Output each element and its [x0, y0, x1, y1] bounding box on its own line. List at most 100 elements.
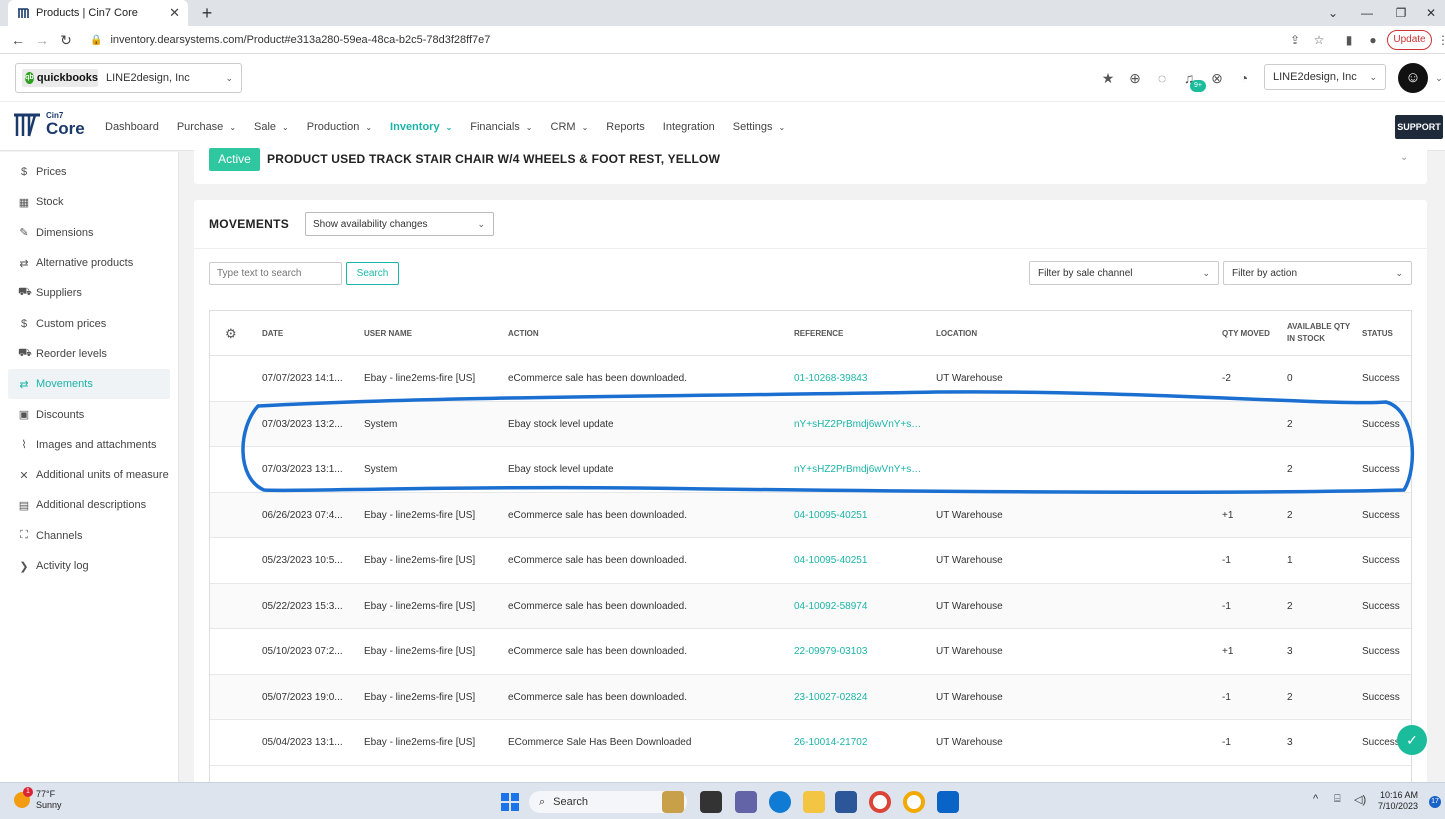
nav-item-financials[interactable]: Financials ⌄: [470, 121, 532, 133]
network-icon[interactable]: ⌸: [1334, 793, 1341, 806]
forward-icon[interactable]: →: [32, 30, 52, 50]
new-tab-button[interactable]: +: [196, 2, 218, 24]
nav-item-sale[interactable]: Sale ⌄: [254, 121, 289, 133]
chrome-icon[interactable]: [869, 791, 891, 813]
table-row[interactable]: 05/04/2023 13:1... Ebay - line2ems-fire […: [210, 720, 1411, 766]
table-row[interactable]: 05/07/2023 19:0... Ebay - line2ems-fire […: [210, 674, 1411, 720]
cell-reference[interactable]: 22-09979-03103: [794, 629, 924, 674]
search-input[interactable]: [209, 262, 342, 285]
notification-count-badge[interactable]: 17: [1429, 796, 1441, 808]
sidebar-item-alternative-products[interactable]: ⇄ Alternative products: [8, 248, 170, 278]
column-header-reference[interactable]: REFERENCE: [794, 328, 843, 340]
quickbooks-company-select[interactable]: qb quickbooks LINE2design, Inc ⌄: [15, 63, 242, 93]
briefcase-icon[interactable]: [662, 791, 684, 813]
sidebar-item-prices[interactable]: $ Prices: [8, 157, 170, 187]
lightbulb-icon[interactable]: ◌: [1153, 69, 1171, 87]
checkmark-button[interactable]: ✓: [1397, 725, 1427, 755]
side-panel-icon[interactable]: ▮: [1340, 31, 1358, 49]
cell-reference[interactable]: 26-10014-21702: [794, 720, 924, 765]
cell-reference[interactable]: nY+sHZ2PrBmdj6wVnY+sE...: [794, 402, 924, 447]
cell-reference[interactable]: 04-10095-40251: [794, 493, 924, 538]
cell-reference[interactable]: 23-10027-02824: [794, 675, 924, 720]
action-filter[interactable]: Filter by action ⌄: [1223, 261, 1412, 285]
table-row[interactable]: 07/03/2023 13:1... System Ebay stock level…: [210, 447, 1411, 493]
nav-item-dashboard[interactable]: Dashboard: [105, 121, 159, 133]
star-icon[interactable]: ★: [1099, 69, 1117, 87]
table-row[interactable]: 05/22/2023 15:3... Ebay - line2ems-fire […: [210, 583, 1411, 629]
share-icon[interactable]: ⇪: [1286, 31, 1304, 49]
palette-icon[interactable]: ◔: [1235, 69, 1253, 87]
menu-dots-icon[interactable]: ⋮: [1434, 31, 1445, 49]
minimize-button[interactable]: —: [1350, 0, 1384, 26]
column-header-location[interactable]: LOCATION: [936, 328, 977, 340]
nav-item-production[interactable]: Production ⌄: [307, 121, 372, 133]
cell-reference[interactable]: nY+sHZ2PrBmdj6wVnY+sE...: [794, 447, 924, 492]
sidebar-item-dimensions[interactable]: ✎ Dimensions: [8, 218, 170, 248]
sidebar-item-discounts[interactable]: ▣ Discounts: [8, 399, 170, 429]
support-button[interactable]: SUPPORT: [1395, 115, 1443, 139]
restore-button[interactable]: ❐: [1384, 0, 1418, 26]
store-icon[interactable]: [835, 791, 857, 813]
file-explorer-icon[interactable]: [803, 791, 825, 813]
update-button[interactable]: Update: [1387, 30, 1432, 50]
close-window-button[interactable]: ✕: [1414, 0, 1445, 26]
user-avatar[interactable]: ☺: [1398, 63, 1428, 93]
sidebar-item-movements[interactable]: ⇄ Movements: [8, 369, 170, 400]
edge-icon[interactable]: [769, 791, 791, 813]
volume-icon[interactable]: ◁): [1354, 793, 1366, 806]
chevron-up-icon[interactable]: ^: [1313, 793, 1318, 805]
teams-icon[interactable]: [735, 791, 757, 813]
outlook-icon[interactable]: [937, 791, 959, 813]
company-select[interactable]: LINE2design, Inc ⌄: [1264, 64, 1386, 90]
column-header-user[interactable]: USER NAME: [364, 328, 412, 340]
search-button[interactable]: Search: [346, 262, 399, 285]
nav-item-crm[interactable]: CRM ⌄: [551, 121, 589, 133]
nav-item-integration[interactable]: Integration: [663, 121, 715, 133]
chevron-down-icon[interactable]: ⌄: [1400, 152, 1408, 163]
nav-item-inventory[interactable]: Inventory ⌄: [390, 121, 452, 133]
tab-search-chevron-icon[interactable]: ⌄: [1316, 0, 1350, 26]
gear-icon[interactable]: ⚙: [225, 327, 239, 341]
sidebar-item-channels[interactable]: ⛶ Channels: [8, 521, 170, 551]
reload-icon[interactable]: ↻: [56, 30, 76, 50]
sidebar-item-suppliers[interactable]: ⛟ Suppliers: [8, 278, 170, 308]
column-header-status[interactable]: STATUS: [1362, 328, 1393, 340]
url-field[interactable]: 🔒 inventory.dearsystems.com/Product#e313…: [82, 29, 1282, 51]
sidebar-item-additional-units-of-measure[interactable]: ✕ Additional units of measure: [8, 460, 170, 490]
sale-channel-filter[interactable]: Filter by sale channel ⌄: [1029, 261, 1219, 285]
sidebar-item-reorder-levels[interactable]: ⛟ Reorder levels: [8, 339, 170, 369]
availability-view-select[interactable]: Show availability changes ⌄: [305, 212, 494, 236]
table-row[interactable]: 07/03/2023 13:2... System Ebay stock level…: [210, 401, 1411, 447]
close-tab-icon[interactable]: ✕: [169, 5, 180, 21]
nav-item-settings[interactable]: Settings ⌄: [733, 121, 785, 133]
cin7-core-logo[interactable]: Cin7 Core: [12, 110, 85, 138]
back-icon[interactable]: ←: [8, 30, 28, 50]
sidebar-item-images-and-attachments[interactable]: ⌇ Images and attachments: [8, 430, 170, 460]
sidebar-item-additional-descriptions[interactable]: ▤ Additional descriptions: [8, 490, 170, 520]
table-row[interactable]: 07/07/2023 14:1... Ebay - line2ems-fire […: [210, 356, 1411, 402]
sidebar-item-custom-prices[interactable]: $ Custom prices: [8, 308, 170, 338]
system-clock[interactable]: 10:16 AM 7/10/2023: [1378, 790, 1418, 812]
chevron-down-icon[interactable]: ⌄: [1430, 69, 1445, 87]
column-header-action[interactable]: ACTION: [508, 328, 539, 340]
globe-icon[interactable]: ⊗: [1208, 69, 1226, 87]
column-header-qty-moved[interactable]: QTY MOVED: [1222, 328, 1270, 340]
chrome-canary-icon[interactable]: [903, 791, 925, 813]
sidebar-item-stock[interactable]: ▦ Stock: [8, 187, 170, 217]
column-header-date[interactable]: DATE: [262, 328, 283, 340]
sidebar-item-activity-log[interactable]: ❯ Activity log: [8, 551, 170, 581]
cell-reference[interactable]: 04-10095-40251: [794, 538, 924, 583]
cell-reference[interactable]: 01-10268-39843: [794, 356, 924, 401]
nav-item-purchase[interactable]: Purchase ⌄: [177, 121, 236, 133]
windows-start-icon[interactable]: [499, 791, 521, 813]
table-row[interactable]: 06/26/2023 07:4... Ebay - line2ems-fire […: [210, 492, 1411, 538]
nav-item-reports[interactable]: Reports: [606, 121, 645, 133]
table-row[interactable]: 05/10/2023 07:2... Ebay - line2ems-fire […: [210, 629, 1411, 675]
profile-icon[interactable]: ●: [1364, 31, 1382, 49]
cell-reference[interactable]: 04-10092-58974: [794, 584, 924, 629]
weather-widget[interactable]: 1 77°F Sunny: [14, 787, 62, 811]
bookmark-star-icon[interactable]: ☆: [1310, 31, 1328, 49]
table-row[interactable]: 05/23/2023 10:5... Ebay - line2ems-fire […: [210, 538, 1411, 584]
browser-tab[interactable]: Products | Cin7 Core ✕: [8, 0, 188, 26]
column-header-available[interactable]: AVAILABLE QTY IN STOCK: [1287, 321, 1350, 345]
